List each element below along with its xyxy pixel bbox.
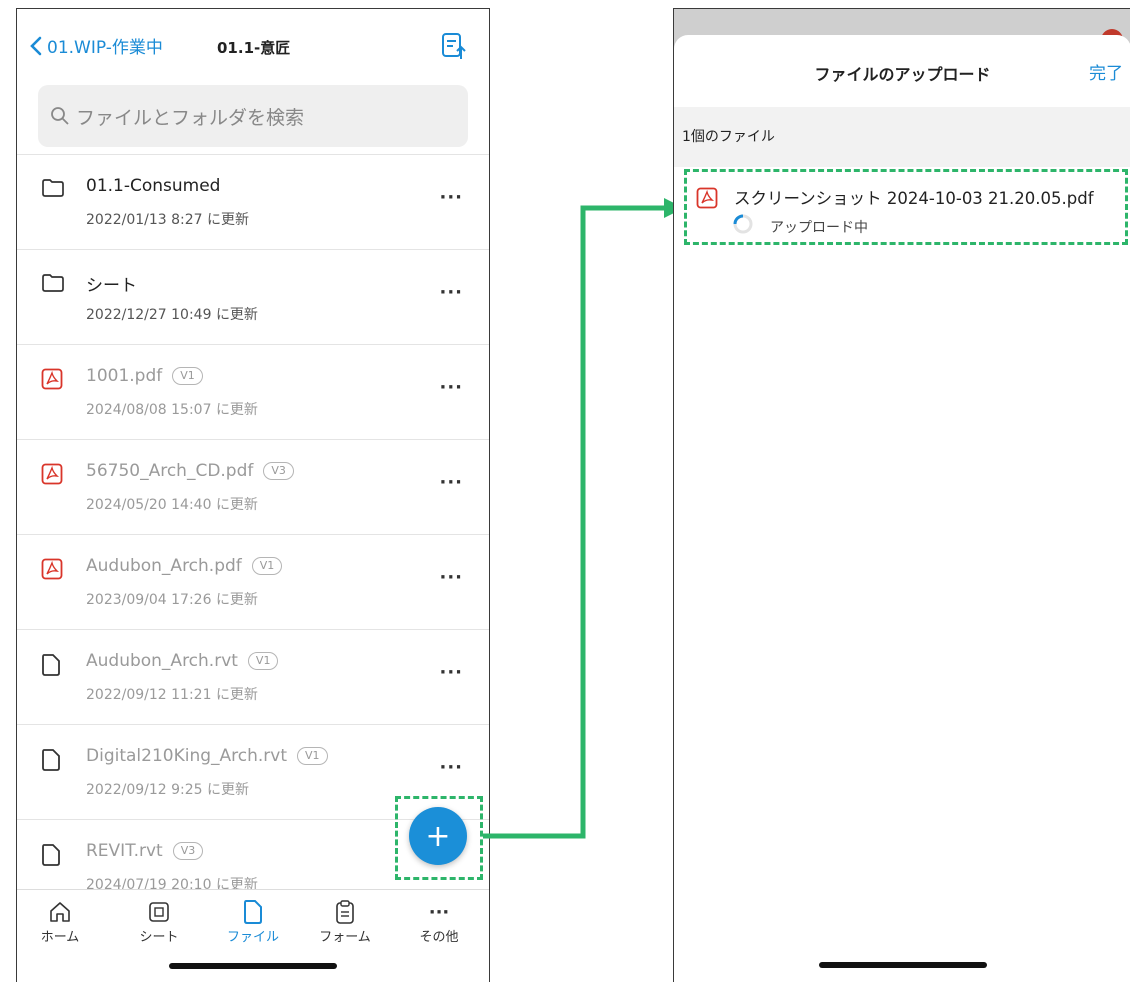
upload-highlight bbox=[684, 169, 1128, 245]
home-indicator bbox=[818, 962, 987, 968]
done-button[interactable]: 完了 bbox=[1089, 59, 1123, 84]
file-count-label: 1個のファイル bbox=[682, 129, 775, 145]
upload-screen: ファイルのアップロード 完了 1個のファイル スクリーンショット 2024-10… bbox=[673, 8, 1130, 982]
file-count-section: 1個のファイル bbox=[674, 107, 1130, 167]
sheet-title: ファイルのアップロード bbox=[814, 65, 991, 84]
